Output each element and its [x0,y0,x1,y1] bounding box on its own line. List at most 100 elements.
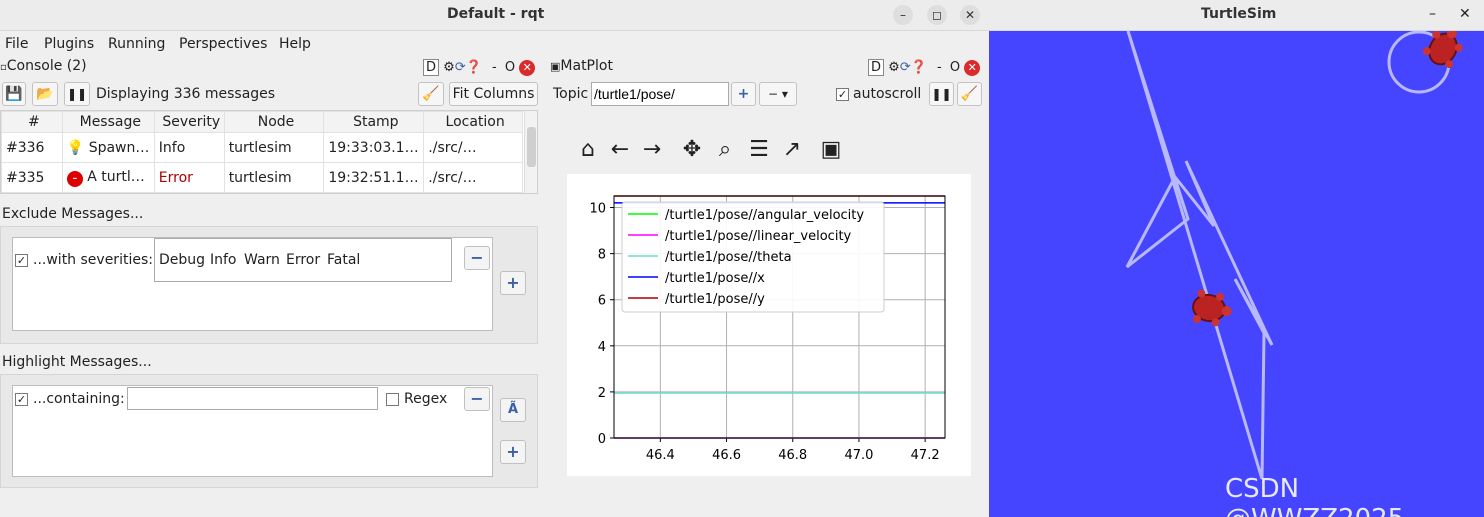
turtlesim-title-bar[interactable]: TurtleSim – ✕ [989,0,1484,31]
x-tick-label: 46.4 [646,448,675,463]
y-tick-label: 4 [598,340,606,355]
save-figure-icon[interactable]: ▣ [818,138,844,162]
plot-canvas[interactable]: 46.4 46.6 46.8 47.0 47.2 0 2 4 6 8 10/turtle1/pose… [567,174,971,476]
severity-info[interactable]: Info [210,252,237,268]
col-stamp[interactable]: Stamp [323,111,425,133]
cell-node: turtlesim [223,132,325,163]
severity-warn[interactable]: Warn [244,252,280,268]
help-icon[interactable]: ❓ [466,60,482,75]
dock-d-button[interactable]: D [423,59,440,76]
remove-highlight-button[interactable]: − [464,387,490,411]
cell-node: turtlesim [223,162,325,193]
menu-running[interactable]: Running [108,36,165,52]
legend-label: /turtle1/pose//x [665,271,765,286]
save-icon[interactable]: 💾 [2,82,26,106]
col-id[interactable]: # [1,111,63,133]
load-icon[interactable]: 📂 [32,82,58,106]
add-highlight-button[interactable]: + [500,440,526,464]
close-button[interactable]: ✕ [1459,6,1471,22]
highlight-checkbox[interactable]: ✓ [15,392,28,406]
close-button[interactable]: ✕ [960,5,980,25]
containing-input[interactable] [127,387,378,410]
regex-checkbox[interactable] [386,392,399,406]
exclude-checkbox[interactable]: ✓ [15,253,28,267]
with-severities-label: ...with severities: [33,252,153,268]
gear-icon[interactable]: ⚙ [888,60,900,75]
dock-close-icon[interactable]: ✕ [964,60,981,76]
clear-plot-icon[interactable]: 🧹 [957,82,982,106]
remove-topic-dropdown[interactable]: − ▾ [759,82,797,106]
watermark: CSDN @WWZZ2025 [1225,474,1404,517]
x-tick-label: 47.0 [844,448,873,463]
console-dock-controls: D ⚙⟳❓ - O ✕ [423,59,536,78]
table-row[interactable]: #335 – A turtl… Error turtlesim 19:32:51… [1,162,523,193]
back-icon[interactable]: ← [607,138,633,162]
menu-plugins[interactable]: Plugins [44,36,94,52]
topic-label: Topic [553,86,589,102]
rqt-title-bar[interactable]: Default - rqt – ◻ ✕ [0,0,989,31]
severity-debug[interactable]: Debug [159,252,205,268]
bulb-icon: 💡 [66,139,85,156]
zoom-icon[interactable]: ⌕ [712,138,738,162]
help-icon[interactable]: ❓ [911,60,927,75]
y-tick-label: 2 [598,386,606,401]
legend-label: /turtle1/pose//angular_velocity [665,208,864,223]
regex-label: Regex [404,391,448,407]
dock-close-icon[interactable]: ✕ [519,60,536,76]
turtle-trail [1125,31,1451,480]
reload-icon[interactable]: ⟳ [455,60,466,75]
autoscroll-checkbox[interactable]: ✓ [836,87,849,101]
add-topic-button[interactable]: + [731,82,756,106]
autoscroll-label: autoscroll [853,86,922,102]
turtle-icon [1192,289,1232,327]
x-tick-label: 47.2 [911,448,940,463]
configure-subplots-icon[interactable]: ☰ [746,138,772,162]
home-icon[interactable]: ⌂ [575,138,601,162]
severity-error[interactable]: Error [286,252,320,268]
console-dock-title: ▫Console (2) [0,58,87,74]
remove-exclude-button[interactable]: − [464,246,490,270]
topic-input[interactable] [591,82,729,106]
reload-icon[interactable]: ⟳ [900,60,911,75]
clear-icon[interactable]: 🧹 [418,82,444,106]
dock-d-button[interactable]: D [868,59,885,76]
scrollbar-thumb[interactable] [527,127,536,167]
dock-dash-button[interactable]: - [492,60,497,75]
y-tick-label: 10 [589,202,606,217]
cell-location: ./src/… [423,132,523,163]
cell-location: ./src/… [423,162,523,193]
dock-float-button[interactable]: O [950,60,960,75]
col-message[interactable]: Message [61,111,155,133]
cell-stamp: 19:32:51.1… [323,162,425,193]
cell-message: – A turtl… [61,162,155,193]
cell-stamp: 19:33:03.1… [323,132,425,163]
col-location[interactable]: Location [423,111,523,133]
pause-icon[interactable]: ❚❚ [64,82,90,106]
dock-dash-button[interactable]: - [937,60,942,75]
legend-label: /turtle1/pose//linear_velocity [665,229,852,244]
table-scrollbar[interactable] [524,111,537,193]
pause-plot-icon[interactable]: ❚❚ [929,82,954,106]
maximize-button[interactable]: ◻ [927,5,947,25]
menu-file[interactable]: File [5,36,28,52]
minimize-button[interactable]: – [1429,6,1436,22]
dock-float-button[interactable]: O [505,60,515,75]
severity-list[interactable]: Debug Info Warn Error Fatal [154,238,452,282]
pan-icon[interactable]: ✥ [679,138,705,162]
table-row[interactable]: #336 💡 Spawn… Info turtlesim 19:33:03.1…… [1,132,523,163]
highlight-filter-icon[interactable]: Ã [500,398,526,422]
minimize-button[interactable]: – [893,5,913,25]
severity-fatal[interactable]: Fatal [327,252,360,268]
col-node[interactable]: Node [223,111,325,133]
menu-help[interactable]: Help [279,36,311,52]
col-severity[interactable]: Severity [153,111,225,133]
turtlesim-window: TurtleSim – ✕ CSDN @WWZZ2025 [989,0,1484,517]
forward-icon[interactable]: → [639,138,665,162]
fit-columns-button[interactable]: Fit Columns [449,82,538,106]
gear-icon[interactable]: ⚙ [443,60,455,75]
x-tick-label: 46.6 [712,448,741,463]
edit-curves-icon[interactable]: ↗ [779,138,805,162]
turtlesim-window-title: TurtleSim [1201,6,1277,22]
menu-perspectives[interactable]: Perspectives [179,36,267,52]
add-exclude-button[interactable]: + [500,271,526,295]
